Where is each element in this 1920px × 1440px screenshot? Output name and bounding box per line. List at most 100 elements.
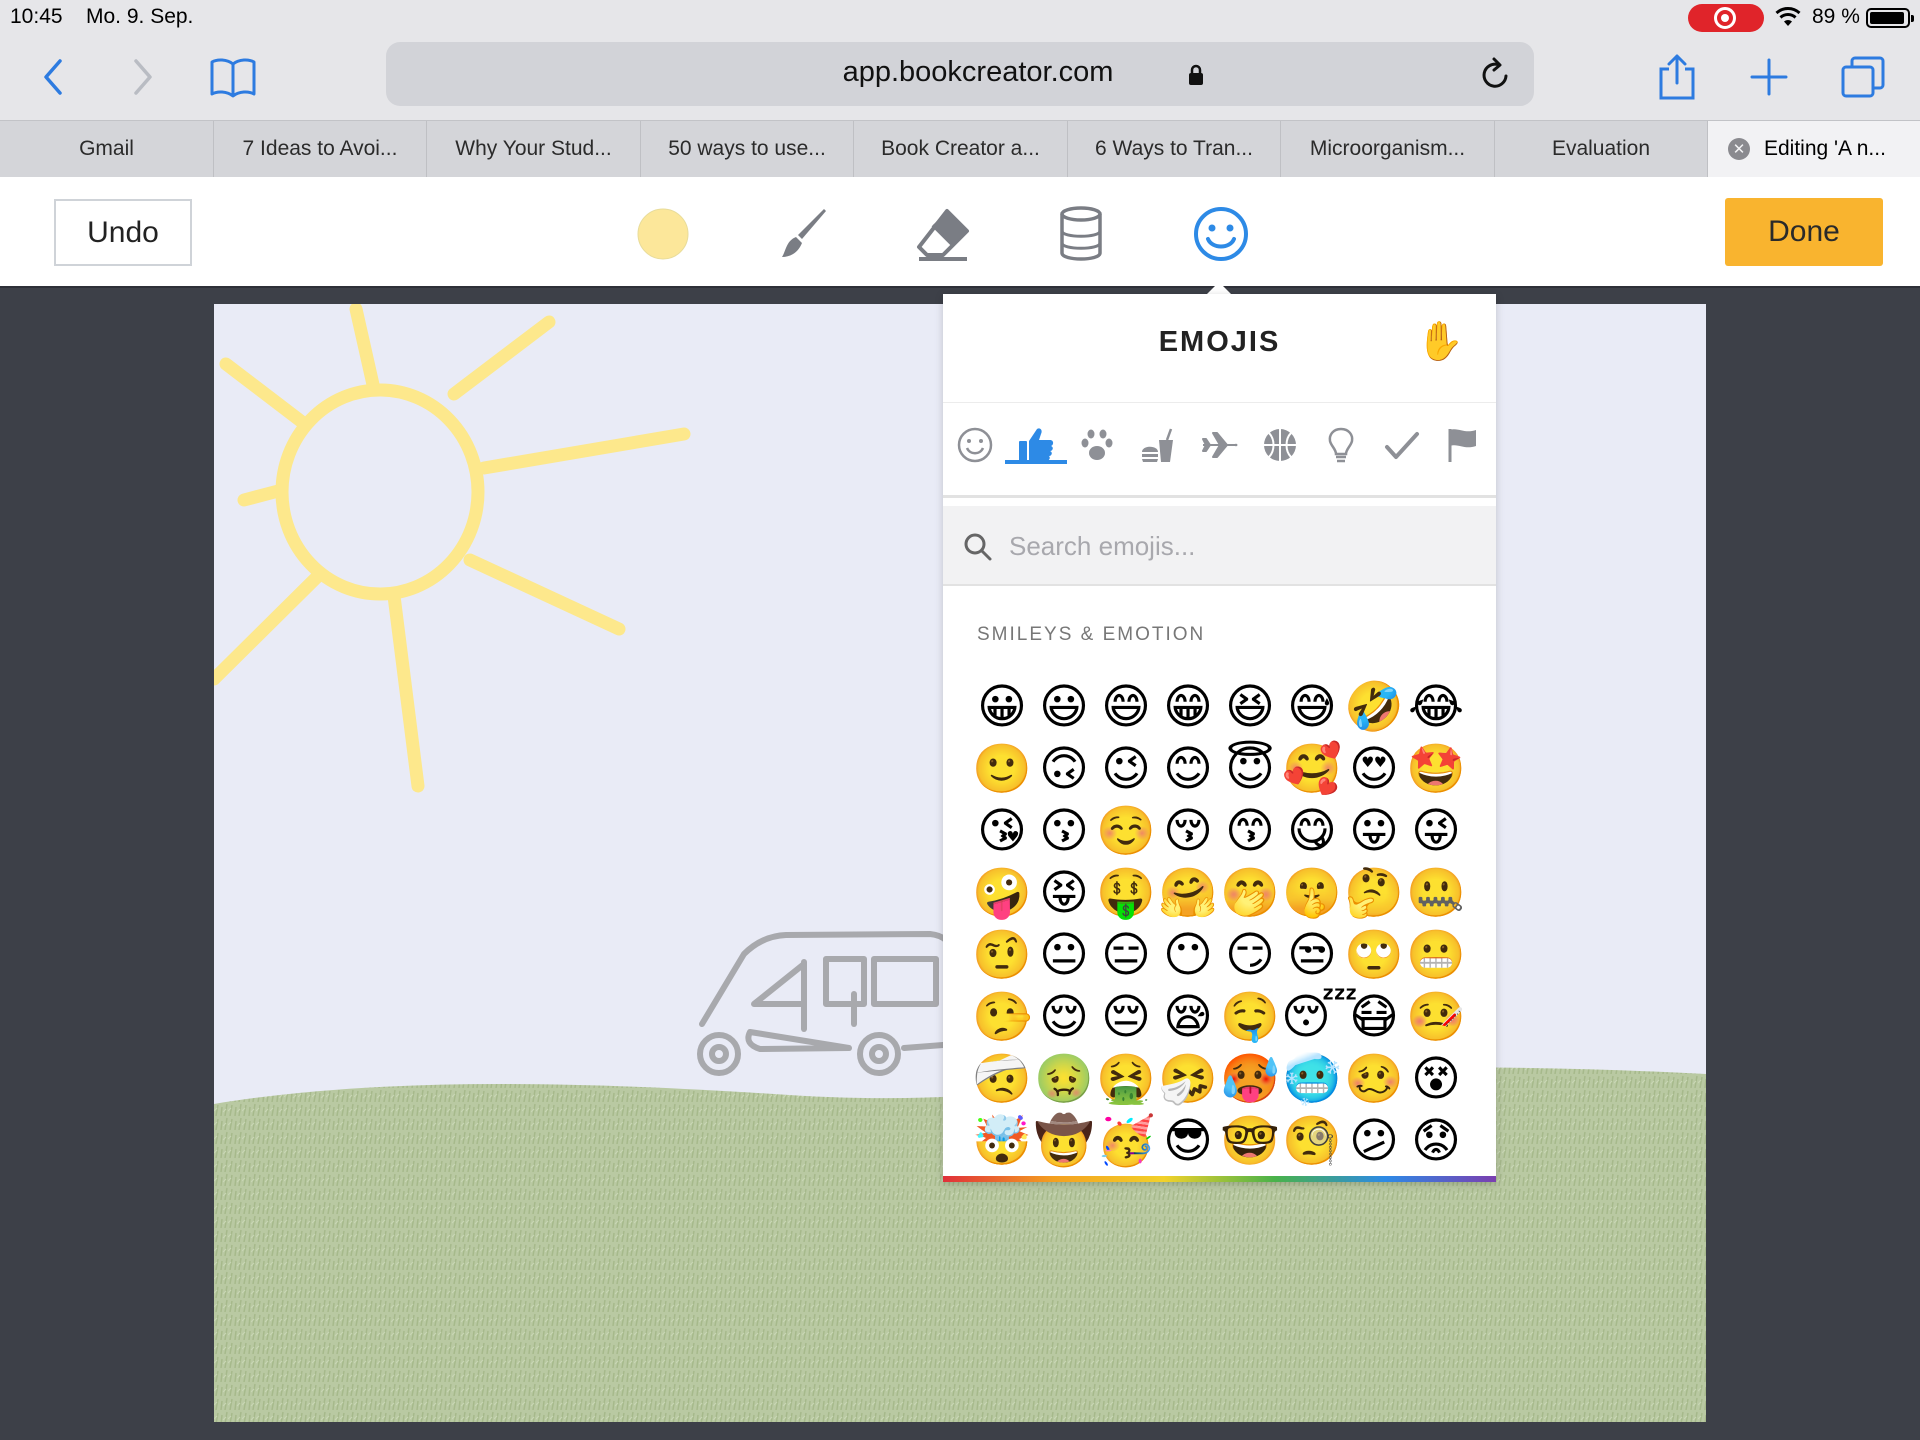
emoji-item[interactable]: 🤧: [1157, 1048, 1219, 1110]
emoji-item[interactable]: 😴: [1281, 986, 1358, 1048]
emoji-item[interactable]: ☺️: [1095, 800, 1157, 862]
emoji-item[interactable]: 😝: [1033, 862, 1095, 924]
emoji-item[interactable]: 😉: [1095, 738, 1157, 800]
checkmark-icon[interactable]: [1380, 423, 1424, 467]
share-icon[interactable]: [1652, 52, 1702, 102]
emoji-item[interactable]: 🙃: [1033, 738, 1095, 800]
close-tab-icon[interactable]: ✕: [1728, 138, 1750, 160]
tab-7-ideas[interactable]: 7 Ideas to Avoi...: [214, 121, 427, 177]
emoji-item[interactable]: 🤐: [1405, 862, 1467, 924]
emoji-item[interactable]: 😏: [1219, 924, 1281, 986]
emoji-item[interactable]: 🤫: [1281, 862, 1343, 924]
emoji-item[interactable]: 🤥: [971, 986, 1033, 1048]
emoji-item[interactable]: 😂: [1405, 676, 1467, 738]
emoji-item[interactable]: 🙂: [971, 738, 1033, 800]
emoji-item[interactable]: 🤭: [1219, 862, 1281, 924]
emoji-item[interactable]: 🤪: [971, 862, 1033, 924]
emoji-item[interactable]: 😄: [1095, 676, 1157, 738]
new-tab-plus-icon[interactable]: [1744, 52, 1794, 102]
emoji-item[interactable]: 🥳: [1095, 1110, 1157, 1172]
emoji-item[interactable]: 😙: [1219, 800, 1281, 862]
tab-why-your-stud[interactable]: Why Your Stud...: [427, 121, 641, 177]
tab-microorganism[interactable]: Microorganism...: [1281, 121, 1495, 177]
emoji-item[interactable]: 😚: [1157, 800, 1219, 862]
flag-icon[interactable]: [1441, 423, 1485, 467]
emoji-item[interactable]: 🤮: [1095, 1048, 1157, 1110]
emoji-item[interactable]: 🤗: [1157, 862, 1219, 924]
tab-evaluation[interactable]: Evaluation: [1495, 121, 1708, 177]
emoji-item[interactable]: 😑: [1095, 924, 1157, 986]
food-icon[interactable]: [1136, 423, 1180, 467]
lightbulb-icon[interactable]: [1319, 423, 1363, 467]
emoji-item[interactable]: 😆: [1219, 676, 1281, 738]
fill-bucket-icon[interactable]: [1052, 205, 1110, 263]
tab-50-ways[interactable]: 50 ways to use...: [641, 121, 854, 177]
emoji-item[interactable]: 🤩: [1405, 738, 1467, 800]
emoji-item[interactable]: 😋: [1281, 800, 1343, 862]
eraser-icon[interactable]: [914, 205, 972, 263]
emoji-item[interactable]: 😀: [971, 676, 1033, 738]
emoji-item[interactable]: 🥴: [1343, 1048, 1405, 1110]
emoji-item[interactable]: 😷: [1343, 986, 1405, 1048]
done-button[interactable]: Done: [1725, 198, 1883, 266]
emoji-item[interactable]: 😍: [1343, 738, 1405, 800]
emoji-item[interactable]: 😛: [1343, 800, 1405, 862]
emoji-item[interactable]: 🤯: [971, 1110, 1033, 1172]
emoji-item[interactable]: 😪: [1157, 986, 1219, 1048]
emoji-item[interactable]: 😕: [1343, 1110, 1405, 1172]
address-bar[interactable]: app.bookcreator.com: [386, 42, 1534, 106]
color-picker-icon[interactable]: [634, 205, 692, 263]
emoji-item[interactable]: 🥶: [1281, 1048, 1343, 1110]
emoji-item[interactable]: 🤨: [971, 924, 1033, 986]
emoji-item[interactable]: 🤤: [1219, 986, 1281, 1048]
emoji-item[interactable]: 😬: [1405, 924, 1467, 986]
emoji-item[interactable]: 😐: [1033, 924, 1095, 986]
emoji-item[interactable]: 😒: [1281, 924, 1343, 986]
emoji-item[interactable]: 🙄: [1343, 924, 1405, 986]
emoji-item[interactable]: 😘: [971, 800, 1033, 862]
emoji-item[interactable]: 😃: [1033, 676, 1095, 738]
emoji-item[interactable]: 😜: [1405, 800, 1467, 862]
undo-button[interactable]: Undo: [54, 199, 192, 266]
emoji-item[interactable]: 😵: [1405, 1048, 1467, 1110]
brush-icon[interactable]: [776, 205, 834, 263]
tab-book-creator[interactable]: Book Creator a...: [854, 121, 1068, 177]
emoji-item[interactable]: 🥰: [1281, 738, 1343, 800]
tabs-overview-icon[interactable]: [1838, 52, 1888, 102]
emoji-search-input[interactable]: [1009, 522, 1469, 570]
emoji-item[interactable]: 😁: [1157, 676, 1219, 738]
emoji-item[interactable]: 😟: [1405, 1110, 1467, 1172]
emoji-item[interactable]: 🧐: [1281, 1110, 1343, 1172]
emoji-item[interactable]: 🤢: [1033, 1048, 1095, 1110]
emoji-item[interactable]: 🤣: [1343, 676, 1405, 738]
paw-icon[interactable]: [1075, 423, 1119, 467]
raised-hand-icon[interactable]: ✋: [1417, 320, 1464, 364]
emoji-item[interactable]: 😇: [1219, 738, 1281, 800]
emoji-item[interactable]: 😊: [1157, 738, 1219, 800]
screen-recording-indicator[interactable]: [1688, 4, 1764, 32]
emoji-item[interactable]: 🤑: [1095, 862, 1157, 924]
emoji-stamp-icon[interactable]: [1192, 205, 1250, 263]
smiley-icon[interactable]: [953, 423, 997, 467]
tab-6-ways[interactable]: 6 Ways to Tran...: [1068, 121, 1281, 177]
reload-icon[interactable]: [1478, 56, 1512, 92]
emoji-item[interactable]: 😅: [1281, 676, 1343, 738]
bookmarks-icon[interactable]: [208, 52, 258, 102]
emoji-item[interactable]: 😶: [1157, 924, 1219, 986]
tab-editing-active[interactable]: ✕ Editing 'A n...: [1708, 121, 1920, 177]
emoji-item[interactable]: 🥵: [1219, 1048, 1281, 1110]
back-chevron-icon[interactable]: [28, 52, 78, 102]
tab-gmail[interactable]: Gmail: [0, 121, 214, 177]
emoji-item[interactable]: 😔: [1095, 986, 1157, 1048]
forward-chevron-icon[interactable]: [118, 52, 168, 102]
ball-icon[interactable]: [1258, 423, 1302, 467]
emoji-item[interactable]: 🤕: [971, 1048, 1033, 1110]
emoji-item[interactable]: 🤔: [1343, 862, 1405, 924]
airplane-icon[interactable]: [1197, 423, 1241, 467]
emoji-item[interactable]: 🤒: [1405, 986, 1467, 1048]
emoji-item[interactable]: 🤠: [1033, 1110, 1095, 1172]
emoji-item[interactable]: 😎: [1157, 1110, 1219, 1172]
emoji-item[interactable]: 😌: [1033, 986, 1095, 1048]
emoji-item[interactable]: 🤓: [1219, 1110, 1281, 1172]
emoji-item[interactable]: 😗: [1033, 800, 1095, 862]
